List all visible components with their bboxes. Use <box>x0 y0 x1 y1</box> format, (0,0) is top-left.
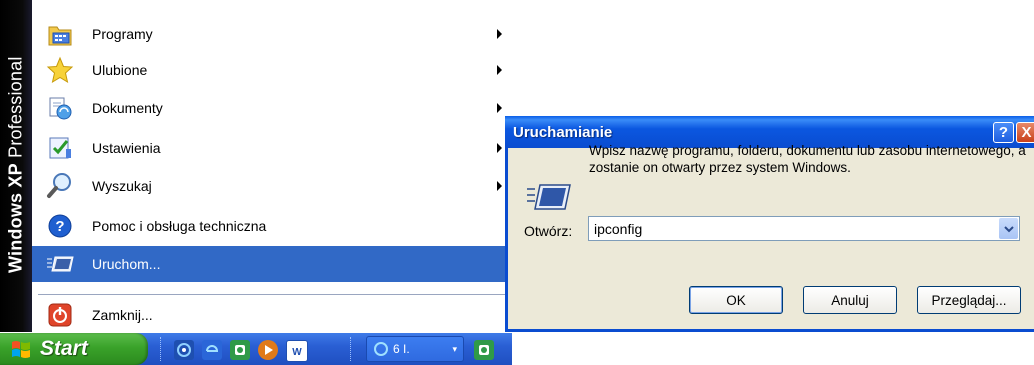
taskbar-group-button[interactable]: 6 I. ▾ <box>366 336 464 362</box>
submenu-arrow-icon <box>497 65 502 75</box>
taskbar-separator <box>350 337 353 361</box>
submenu-arrow-icon <box>497 103 502 113</box>
programs-icon <box>32 21 88 47</box>
app-icon[interactable] <box>230 340 250 360</box>
windows-xp-banner: Windows XP Professional <box>0 0 32 332</box>
dropdown-arrow-icon: ▾ <box>452 343 457 354</box>
cancel-button[interactable]: Anuluj <box>803 286 897 314</box>
svg-text:?: ? <box>55 218 64 235</box>
menu-item-documents[interactable]: Dokumenty <box>32 90 512 126</box>
ok-button[interactable]: OK <box>689 286 783 314</box>
windows-flag-icon <box>12 341 30 358</box>
banner-xp: XP <box>5 163 26 188</box>
media-player-icon[interactable] <box>258 340 278 360</box>
menu-item-run[interactable]: Uruchom... <box>32 246 512 282</box>
favorites-star-icon <box>32 56 88 84</box>
internet-explorer-icon <box>374 342 388 356</box>
banner-edition: Professional <box>5 56 26 158</box>
menu-item-label: Pomoc i obsługa techniczna <box>92 218 267 234</box>
documents-icon <box>32 95 88 121</box>
submenu-arrow-icon <box>497 143 502 153</box>
menu-item-label: Uruchom... <box>92 256 161 272</box>
menu-item-shutdown[interactable]: Zamknij... <box>32 297 512 333</box>
search-icon <box>32 172 88 200</box>
chevron-down-icon[interactable] <box>999 218 1018 239</box>
banner-windows: Windows <box>5 192 26 273</box>
start-menu: Windows XP Professional Programy Ulubion… <box>0 0 512 332</box>
open-combo-box[interactable]: ipconfig <box>588 216 1020 241</box>
app-icon[interactable] <box>474 340 494 360</box>
start-label: Start <box>40 337 88 360</box>
menu-item-label: Programy <box>92 26 153 42</box>
shutdown-icon <box>32 303 88 327</box>
run-dialog: Uruchamianie ? X Wpisz nazwę programu, f… <box>505 116 1034 332</box>
submenu-arrow-icon <box>497 29 502 39</box>
help-button[interactable]: ? <box>993 121 1014 143</box>
taskbar-separator <box>160 337 163 361</box>
menu-item-settings[interactable]: Ustawienia <box>32 130 512 166</box>
submenu-arrow-icon <box>497 181 502 191</box>
help-icon: ? <box>32 214 88 238</box>
menu-item-help[interactable]: ? Pomoc i obsługa techniczna <box>32 208 512 244</box>
taskbar: Start W 6 I. ▾ <box>0 333 512 365</box>
word-icon[interactable]: W <box>286 340 308 362</box>
start-button[interactable]: Start <box>0 333 148 365</box>
browser-icon[interactable] <box>202 340 222 360</box>
menu-item-label: Zamknij... <box>92 307 153 323</box>
menu-item-label: Wyszukaj <box>92 178 152 194</box>
menu-item-label: Dokumenty <box>92 100 163 116</box>
svg-text:W: W <box>292 347 302 358</box>
settings-icon <box>32 135 88 161</box>
run-icon <box>32 254 88 274</box>
open-input[interactable]: ipconfig <box>589 221 999 237</box>
taskbar-group-label: 6 I. <box>393 342 410 356</box>
menu-item-favorites[interactable]: Ulubione <box>32 52 512 88</box>
dialog-description: Wpisz nazwę programu, folderu, dokumentu… <box>589 143 1026 175</box>
close-button[interactable]: X <box>1016 121 1034 143</box>
open-label: Otwórz: <box>524 223 573 239</box>
internet-explorer-icon[interactable] <box>174 340 194 360</box>
menu-item-label: Ustawienia <box>92 140 161 156</box>
menu-item-label: Ulubione <box>92 62 148 78</box>
menu-item-search[interactable]: Wyszukaj <box>32 168 512 204</box>
browse-button[interactable]: Przeglądaj... <box>917 286 1021 314</box>
menu-item-programs[interactable]: Programy <box>32 16 512 52</box>
menu-separator <box>38 294 506 295</box>
dialog-title: Uruchamianie <box>513 123 613 141</box>
run-icon <box>527 184 571 210</box>
